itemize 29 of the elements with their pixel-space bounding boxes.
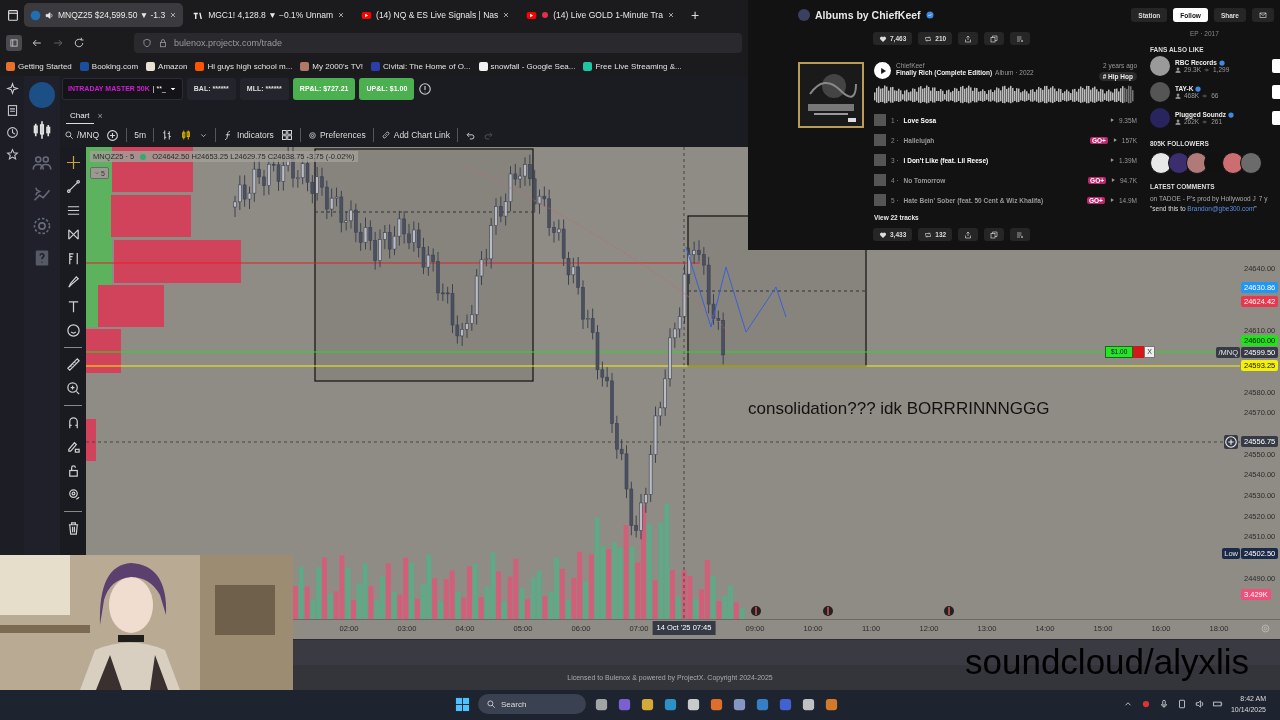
bookmark[interactable]: Free Live Streaming &... (583, 61, 682, 71)
browser-tab[interactable]: (14) Live GOLD 1-Minute Tra (520, 3, 681, 27)
new-tab-button[interactable]: + (684, 7, 706, 23)
tab-close[interactable]: × (97, 110, 103, 124)
browser-tab[interactable]: MNQZ25 $24,599.50 ▼ -1.3 (24, 3, 184, 27)
bookmark[interactable]: Hi guys high school m... (195, 61, 293, 71)
tab-title: (14) NQ & ES Live Signals | Nas (376, 10, 499, 20)
symbol-search[interactable]: /MNQ (64, 130, 100, 141)
chart-note[interactable]: consolidation??? idk BORRRINNNGGG (748, 399, 1050, 420)
browser-tab[interactable]: MGC1! 4,128.8 ▼ −0.1% Unnam (187, 3, 352, 27)
bookmark[interactable]: Getting Started (6, 61, 72, 71)
bookmark[interactable]: My 2000's TV! (300, 61, 364, 71)
indicators-button[interactable]: Indicators (223, 130, 274, 141)
bookmark[interactable]: Civitai: The Home of O... (371, 61, 471, 71)
bookmark[interactable]: snowfall - Google Sea... (478, 61, 576, 71)
address-bar[interactable]: bulenox.projectx.com/trade (134, 33, 742, 53)
page-title: Albums by ChiefKeef (815, 9, 921, 21)
stream-caption: soundcloud/alyxlis (965, 642, 1250, 682)
bookmark[interactable]: Booking.com (79, 61, 139, 71)
tab-title: MNQZ25 $24,599.50 ▼ -1.3 (58, 10, 166, 20)
browser-tab[interactable]: (14) NQ & ES Live Signals | Nas (355, 3, 517, 27)
panel-tab[interactable]: Chart (66, 107, 94, 124)
tab-title: (14) Live GOLD 1-Minute Tra (553, 10, 663, 20)
tab-title: MGC1! 4,128.8 ▼ −0.1% Unnam (208, 10, 334, 20)
chart-link-button[interactable]: Add Chart Link (380, 130, 450, 141)
preferences-button[interactable]: Preferences (307, 130, 366, 141)
interval-button[interactable]: 5m (134, 130, 146, 141)
search-field[interactable]: Search (478, 694, 586, 714)
bookmark[interactable]: Amazon (146, 61, 188, 71)
